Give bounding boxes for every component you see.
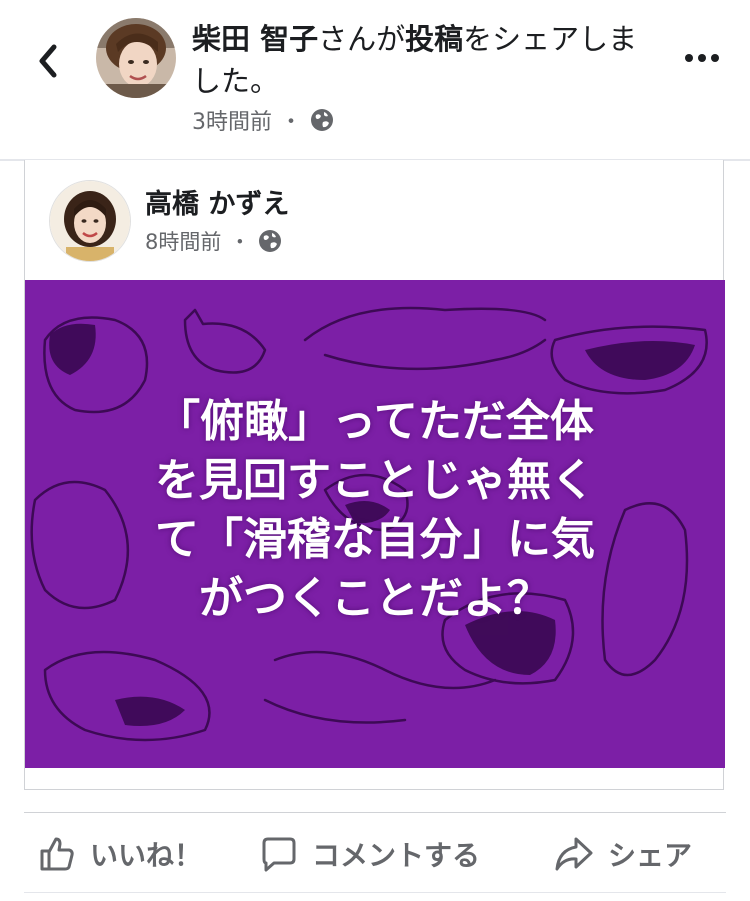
bottom-divider: [24, 892, 726, 893]
comment-bubble-icon: [262, 837, 296, 872]
share-label: シェア: [608, 839, 693, 872]
post-timestamp[interactable]: 8時間前: [145, 226, 221, 256]
post-actions-bar: いいね！ コメントする シェア: [24, 818, 726, 890]
meta-separator: ・: [229, 230, 251, 254]
share-arrow-icon: [555, 837, 593, 871]
like-button[interactable]: いいね！: [38, 818, 202, 890]
quote-line: 「俯瞰」ってただ全体: [156, 396, 594, 447]
sharer-name[interactable]: 柴田 智子: [192, 22, 318, 56]
share-button[interactable]: シェア: [554, 818, 692, 890]
shared-post-card[interactable]: 高橋 かずえ 8時間前 ・ 「俯瞰」ってただ全体 を見回すことじゃ無く て「滑稽…: [24, 160, 725, 790]
more-options-button[interactable]: [682, 48, 722, 68]
image-quote-text: 「俯瞰」ってただ全体 を見回すことじゃ無く て「滑稽な自分」に気 がつくことだよ…: [25, 392, 725, 628]
quote-line: て「滑稽な自分」に気: [155, 514, 595, 565]
comment-button[interactable]: コメントする: [260, 818, 480, 890]
comment-label: コメントする: [312, 839, 481, 872]
shared-post-link[interactable]: 投稿: [405, 22, 463, 56]
share-text-mid: さんが: [318, 22, 406, 56]
actions-divider: [24, 812, 726, 813]
back-button[interactable]: [28, 36, 68, 86]
quote-line: を見回すことじゃ無く: [155, 455, 595, 506]
chevron-left-icon: [39, 44, 57, 78]
share-description: 柴田 智子さんが投稿をシェアしました。: [192, 18, 662, 102]
globe-icon: [259, 230, 282, 252]
like-label: いいね！: [90, 839, 203, 872]
sharer-avatar[interactable]: [96, 18, 176, 98]
thumbs-up-icon: [40, 837, 74, 871]
post-image[interactable]: 「俯瞰」ってただ全体 を見回すことじゃ無く て「滑稽な自分」に気 がつくことだよ…: [25, 280, 725, 768]
globe-icon: [311, 109, 334, 131]
author-avatar[interactable]: [49, 180, 131, 262]
share-header: 柴田 智子さんが投稿をシェアしました。 3時間前 ・: [0, 0, 750, 160]
meta-separator: ・: [280, 110, 303, 135]
post-meta: 8時間前 ・: [145, 226, 282, 256]
more-dots-icon: [685, 54, 719, 62]
quote-line: がつくことだよ？: [199, 573, 551, 624]
share-meta: 3時間前 ・: [192, 104, 334, 136]
post-author-name[interactable]: 高橋 かずえ: [145, 182, 289, 221]
share-timestamp[interactable]: 3時間前: [192, 104, 272, 136]
